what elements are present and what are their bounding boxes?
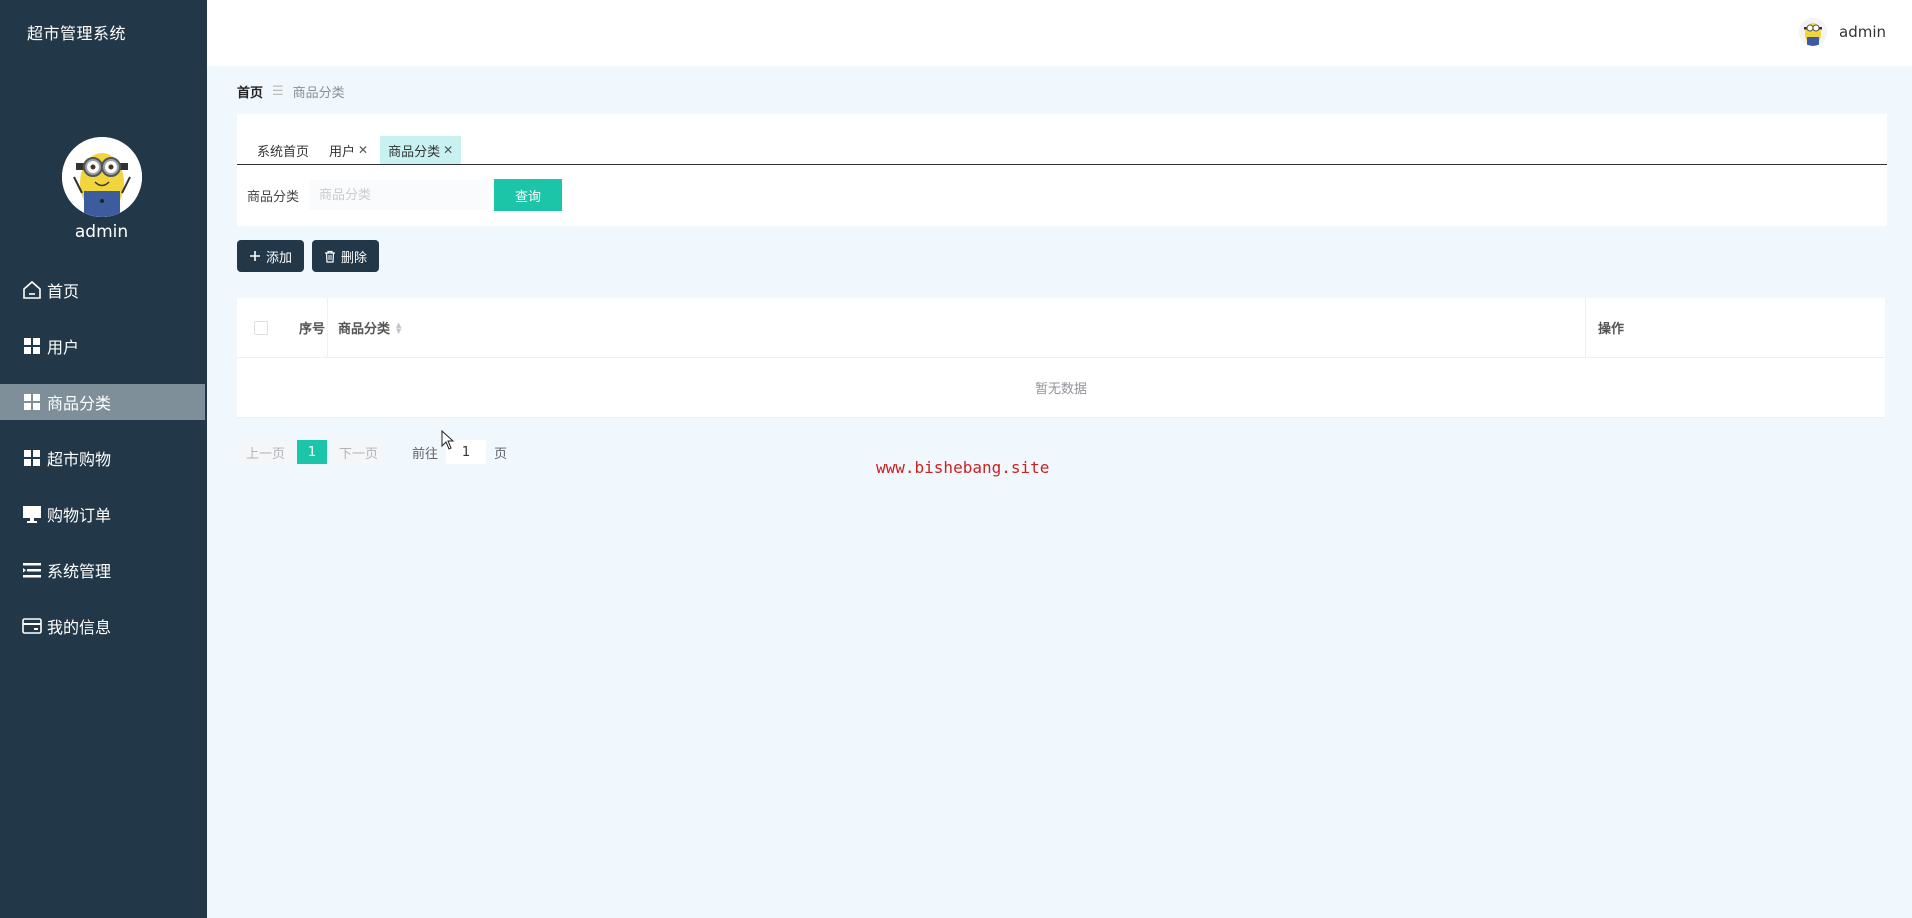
sidebar-item-profile[interactable]: 我的信息 — [0, 608, 207, 644]
sort-icon[interactable]: ▲ ▼ — [396, 321, 401, 334]
goto-unit: 页 — [494, 446, 508, 462]
sidebar: 超市管理系统 admin 首页 用户 商品分类 超市购物 购物订单 系统管理 我… — [0, 0, 207, 918]
select-all-checkbox[interactable] — [254, 320, 268, 335]
card-icon — [22, 616, 42, 636]
tab-label: 系统首页 — [257, 144, 310, 160]
tab-label: 商品分类 — [388, 144, 441, 160]
monitor-icon — [22, 504, 42, 524]
action-bar: 添加 删除 — [237, 240, 387, 272]
sidebar-item-home[interactable]: 首页 — [0, 272, 207, 308]
sidebar-item-label: 超市购物 — [47, 450, 112, 469]
header-avatar — [1799, 18, 1827, 46]
select-all-cell — [237, 320, 285, 335]
sidebar-item-label: 系统管理 — [47, 562, 112, 581]
breadcrumb: 首页 ☰ 商品分类 — [237, 82, 345, 101]
header-username: admin — [1839, 23, 1886, 41]
close-icon[interactable]: ✕ — [443, 143, 453, 157]
sidebar-item-label: 商品分类 — [47, 394, 112, 413]
tab-label: 用户 — [329, 144, 356, 160]
query-button[interactable]: 查询 — [494, 179, 563, 211]
breadcrumb-home[interactable]: 首页 — [237, 82, 263, 101]
grid-icon — [22, 448, 42, 468]
table-header: 序号 商品分类 ▲ ▼ 操作 — [237, 297, 1885, 358]
sidebar-item-orders[interactable]: 购物订单 — [0, 496, 207, 532]
sidebar-nav: 首页 用户 商品分类 超市购物 购物订单 系统管理 我的信息 — [0, 272, 207, 664]
pagination: 上一页 1 下一页 前往 页 — [240, 440, 507, 464]
category-table: 序号 商品分类 ▲ ▼ 操作 暂无数据 — [237, 297, 1885, 418]
app-title: 超市管理系统 — [27, 24, 127, 43]
header-ops: 操作 — [1585, 297, 1885, 358]
sidebar-item-label: 首页 — [47, 282, 80, 301]
search-label: 商品分类 — [247, 189, 300, 205]
header-category-label: 商品分类 — [338, 322, 391, 337]
header-user-menu[interactable]: admin — [1799, 18, 1886, 46]
breadcrumb-separator-icon: ☰ — [272, 84, 284, 99]
search-row: 商品分类 查询 — [247, 179, 563, 211]
sidebar-item-shopping[interactable]: 超市购物 — [0, 440, 207, 476]
trash-icon — [324, 250, 336, 263]
close-icon[interactable]: ✕ — [358, 143, 368, 157]
goto-label: 前往 — [412, 446, 439, 462]
sidebar-item-category[interactable]: 商品分类 — [0, 384, 205, 420]
search-card: 系统首页 用户 ✕ 商品分类 ✕ 商品分类 查询 — [237, 114, 1887, 226]
watermark: www.bishebang.site — [876, 458, 1050, 477]
sidebar-username: admin — [74, 222, 129, 242]
home-icon — [22, 280, 42, 300]
tab-users[interactable]: 用户 ✕ — [321, 136, 376, 164]
delete-button[interactable]: 删除 — [312, 240, 380, 272]
sidebar-item-users[interactable]: 用户 — [0, 328, 207, 364]
tab-system-home[interactable]: 系统首页 — [249, 136, 317, 164]
list-icon — [22, 560, 42, 580]
sidebar-item-label: 购物订单 — [47, 506, 112, 525]
sidebar-item-label: 用户 — [47, 338, 80, 357]
mouse-cursor-icon — [441, 429, 455, 454]
sidebar-item-system[interactable]: 系统管理 — [0, 552, 207, 588]
tab-category[interactable]: 商品分类 ✕ — [380, 136, 462, 164]
user-avatar — [62, 137, 142, 217]
tab-bar: 系统首页 用户 ✕ 商品分类 ✕ — [237, 133, 1887, 165]
add-button-label: 添加 — [266, 250, 293, 266]
header-category[interactable]: 商品分类 ▲ ▼ — [327, 297, 1585, 358]
grid-icon — [22, 392, 42, 412]
add-button[interactable]: 添加 — [237, 240, 305, 272]
prev-page-button[interactable]: 上一页 — [240, 440, 292, 464]
sidebar-item-label: 我的信息 — [47, 618, 112, 637]
header-index: 序号 — [298, 322, 325, 337]
table-empty: 暂无数据 — [237, 358, 1885, 418]
breadcrumb-current: 商品分类 — [292, 86, 345, 101]
category-search-input[interactable] — [309, 180, 490, 210]
top-header: admin — [207, 0, 1912, 66]
page-number[interactable]: 1 — [297, 440, 328, 464]
plus-icon — [249, 250, 261, 262]
next-page-button[interactable]: 下一页 — [333, 440, 385, 464]
grid-icon — [22, 336, 42, 356]
delete-button-label: 删除 — [341, 250, 368, 266]
